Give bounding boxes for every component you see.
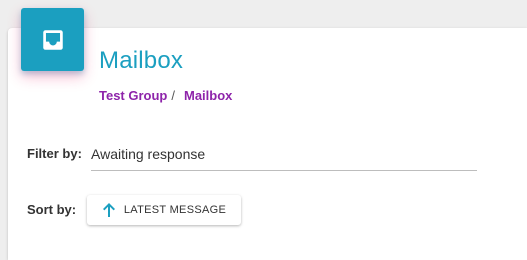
sort-latest-message-button[interactable]: LATEST MESSAGE	[87, 195, 241, 225]
filter-field	[91, 138, 477, 171]
sort-button-label: LATEST MESSAGE	[123, 204, 227, 216]
header-icon-tile	[21, 8, 84, 71]
breadcrumb-item-mailbox[interactable]: Mailbox	[184, 87, 232, 105]
filter-input[interactable]	[91, 138, 477, 170]
breadcrumb-separator: /	[171, 88, 175, 103]
breadcrumb-item-test-group[interactable]: Test Group	[99, 87, 167, 105]
inbox-icon	[42, 29, 63, 50]
arrow-up-icon	[102, 203, 115, 217]
filter-label: Filter by:	[27, 146, 82, 161]
page-title: Mailbox	[99, 47, 184, 74]
sort-label: Sort by:	[27, 202, 77, 217]
breadcrumb: Test Group / Mailbox	[99, 87, 232, 105]
